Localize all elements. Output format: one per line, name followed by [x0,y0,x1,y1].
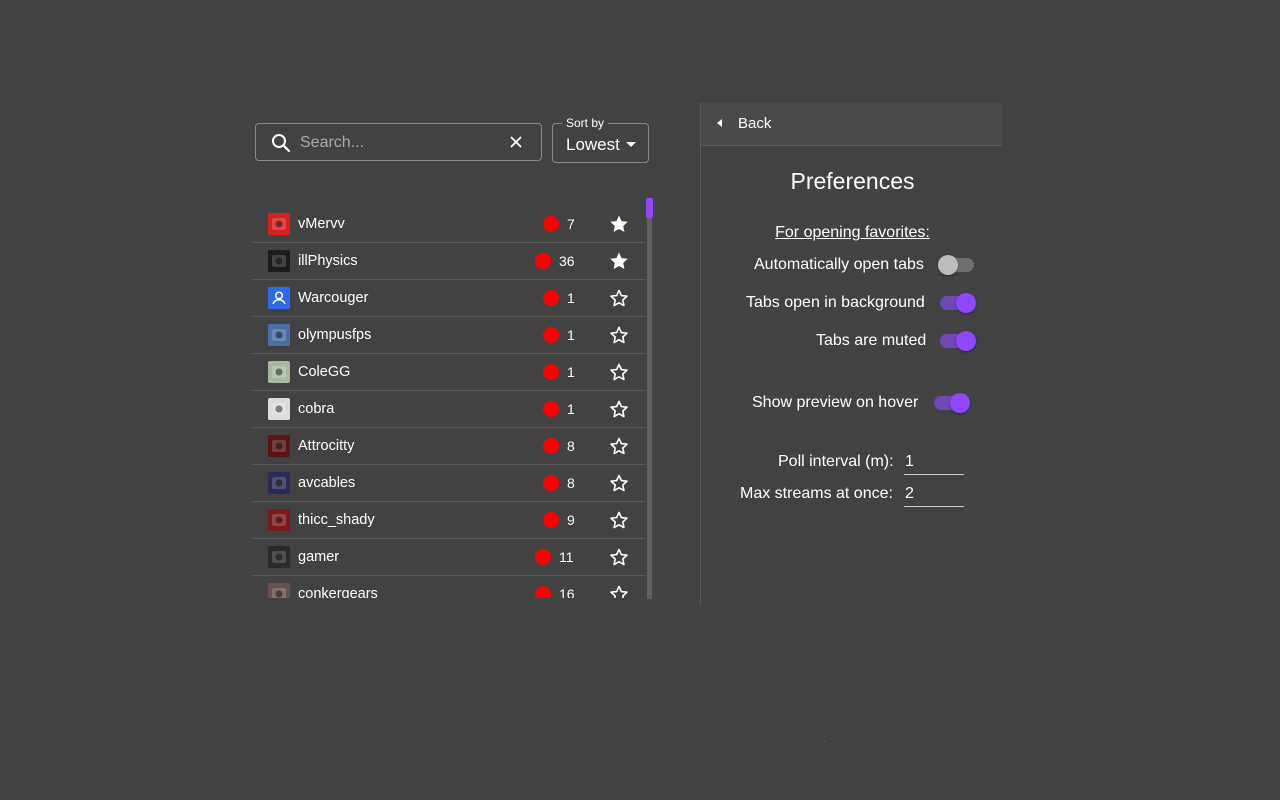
avatar [268,250,290,272]
star-outline-icon[interactable] [609,510,629,530]
viewer-count: 1 [567,290,575,306]
viewer-count: 1 [567,364,575,380]
search-input[interactable] [300,132,490,154]
viewer-count: 16 [559,586,575,598]
stream-name: avcables [298,475,356,491]
star-outline-icon[interactable] [609,547,629,567]
viewer-count: 9 [567,512,575,528]
back-button[interactable]: Back [701,103,1002,146]
stream-row[interactable]: illPhysics 36 [253,243,645,280]
star-outline-icon[interactable] [609,325,629,345]
live-indicator-icon [543,216,559,232]
stream-name: thicc_shady [298,512,375,528]
caret-left-icon [717,119,722,127]
live-indicator-icon [535,253,551,269]
stream-row[interactable]: conkergears 16 [253,576,645,598]
back-label: Back [738,115,772,132]
toggle-thumb [938,255,958,275]
max-streams-value: 2 [905,485,914,502]
stream-row[interactable]: ColeGG 1 [253,354,645,391]
background-label: Tabs open in background [746,294,925,311]
poll-interval-field[interactable]: 1 [904,450,964,475]
avatar [268,435,290,457]
search-box[interactable] [255,123,542,161]
viewer-count: 1 [567,327,575,343]
live-indicator-icon [543,290,559,306]
stream-row[interactable]: cobra 1 [253,391,645,428]
live-indicator-icon [543,438,559,454]
viewer-count: 8 [567,475,575,491]
avatar [268,324,290,346]
live-indicator-icon [543,512,559,528]
avatar [268,361,290,383]
stream-row[interactable]: gamer 11 [253,539,645,576]
stream-name: vMervv [298,216,345,232]
star-outline-icon[interactable] [609,436,629,456]
stream-name: Attrocitty [298,438,355,454]
star-outline-icon[interactable] [609,399,629,419]
poll-interval-label: Poll interval (m): [778,453,894,470]
stream-row[interactable]: vMervv 7 [253,206,645,243]
stream-row[interactable]: Attrocitty 8 [253,428,645,465]
decorative-dot [824,741,825,742]
viewer-count: 8 [567,438,575,454]
max-streams-field[interactable]: 2 [904,482,964,507]
stream-name: Warcouger [298,290,369,306]
stream-list[interactable]: vMervv 7 illPhysics 36 Warcouger 1 olympusfps 1… [253,198,653,598]
auto-open-label: Automatically open tabs [754,256,924,273]
preview-label: Show preview on hover [752,394,919,411]
stream-name: ColeGG [298,364,351,380]
stream-name: illPhysics [298,253,358,269]
sort-select[interactable]: Sort by Lowest [552,116,649,163]
viewer-count: 11 [559,549,574,565]
live-indicator-icon [535,549,551,565]
caret-down-icon [626,142,636,147]
star-filled-icon[interactable] [609,214,629,234]
viewer-count: 1 [567,401,575,417]
toggle-thumb [950,393,970,413]
stream-row[interactable]: olympusfps 1 [253,317,645,354]
stream-list-items: vMervv 7 illPhysics 36 Warcouger 1 olympusfps 1… [253,206,645,598]
stream-name: olympusfps [298,327,372,343]
live-indicator-icon [543,475,559,491]
avatar [268,213,290,235]
scrollbar-thumb[interactable] [646,198,653,218]
max-streams-label: Max streams at once: [740,485,893,502]
star-outline-icon[interactable] [609,584,629,598]
avatar [268,509,290,531]
avatar [268,583,290,598]
live-indicator-icon [543,327,559,343]
preferences-title: Preferences [790,168,915,194]
toggle-thumb [956,293,976,313]
toggle-thumb [956,331,976,351]
star-outline-icon[interactable] [609,362,629,382]
star-outline-icon[interactable] [609,473,629,493]
scrollbar-track[interactable] [647,198,652,599]
stream-name: cobra [298,401,335,417]
star-outline-icon[interactable] [609,288,629,308]
close-icon[interactable] [509,135,523,154]
sort-value: Lowest [566,135,620,154]
avatar [268,546,290,568]
live-indicator-icon [543,364,559,380]
stream-row[interactable]: thicc_shady 9 [253,502,645,539]
stream-row[interactable]: Warcouger 1 [253,280,645,317]
favorites-subtitle: For opening favorites: [775,224,930,241]
muted-label: Tabs are muted [816,332,927,349]
live-indicator-icon [543,401,559,417]
viewer-count: 36 [559,253,575,269]
sort-label: Sort by [562,116,609,130]
stream-name: gamer [298,549,340,565]
live-indicator-icon [535,586,551,598]
avatar [268,398,290,420]
star-filled-icon[interactable] [609,251,629,271]
avatar [268,472,290,494]
poll-interval-value: 1 [905,453,914,470]
stream-name: conkergears [298,586,378,598]
search-icon [271,133,291,158]
viewer-count: 7 [567,216,575,232]
avatar [268,287,290,309]
stream-row[interactable]: avcables 8 [253,465,645,502]
